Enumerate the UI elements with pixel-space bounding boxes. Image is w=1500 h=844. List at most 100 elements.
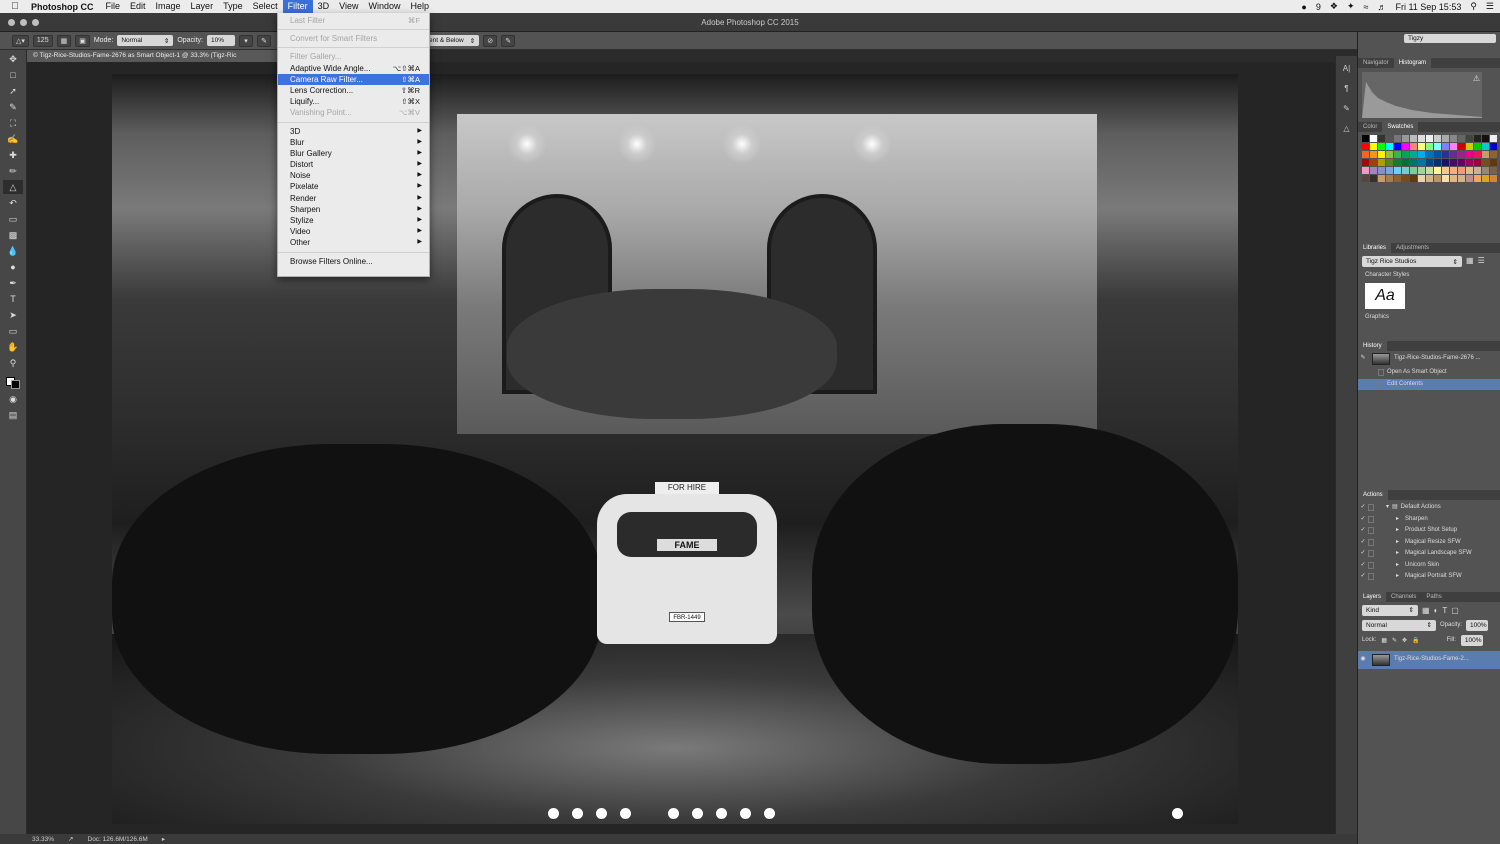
swatch[interactable] bbox=[1362, 151, 1369, 158]
pressure-opacity-icon[interactable]: ✎ bbox=[257, 34, 271, 47]
type-tool-icon[interactable]: T bbox=[3, 292, 23, 306]
layer-kind-select[interactable]: Kind ⇕ bbox=[1362, 604, 1418, 616]
swatch[interactable] bbox=[1386, 143, 1393, 150]
swatch[interactable] bbox=[1370, 135, 1377, 142]
wifi-icon[interactable]: ≈ bbox=[1364, 2, 1369, 12]
crop-tool-icon[interactable]: ⛶ bbox=[3, 116, 23, 130]
swatch[interactable] bbox=[1490, 143, 1497, 150]
menu-layer[interactable]: Layer bbox=[186, 0, 219, 13]
doc-size[interactable]: Doc: 126.6M/126.6M bbox=[88, 836, 148, 843]
swatch[interactable] bbox=[1426, 135, 1433, 142]
action-row[interactable]: ✓ ▸ Magical Resize SFW bbox=[1358, 537, 1500, 549]
swatch[interactable] bbox=[1458, 135, 1465, 142]
tab-color[interactable]: Color bbox=[1358, 122, 1382, 132]
volume-icon[interactable]: ♬ bbox=[1377, 2, 1386, 12]
menu-item-render[interactable]: Render ▶ bbox=[278, 193, 429, 204]
swatch[interactable] bbox=[1362, 159, 1369, 166]
chevron-right-icon[interactable]: ▸ bbox=[1377, 571, 1399, 583]
menu-type[interactable]: Type bbox=[218, 0, 248, 13]
notification-icon[interactable]: ☰ bbox=[1486, 1, 1494, 12]
swatch[interactable] bbox=[1466, 151, 1473, 158]
brush-size[interactable]: 125 bbox=[32, 34, 53, 47]
quick-mask-icon[interactable]: ◉ bbox=[3, 392, 23, 406]
action-toggle-check[interactable]: ✓ bbox=[1358, 548, 1368, 560]
swatch[interactable] bbox=[1450, 175, 1457, 182]
clone-stamp-preset-icon[interactable]: △▾ bbox=[12, 34, 29, 47]
menu-help[interactable]: Help bbox=[405, 0, 434, 13]
swatch[interactable] bbox=[1450, 135, 1457, 142]
menu-item-stylize[interactable]: Stylize ▶ bbox=[278, 215, 429, 226]
menu-file[interactable]: File bbox=[101, 0, 126, 13]
swatch[interactable] bbox=[1402, 143, 1409, 150]
menu-item-camera-raw-filter[interactable]: Camera Raw Filter... ⇧⌘A bbox=[278, 73, 429, 85]
swatch[interactable] bbox=[1442, 151, 1449, 158]
path-select-tool-icon[interactable]: ➤ bbox=[3, 308, 23, 322]
apple-icon[interactable]:  bbox=[0, 1, 30, 12]
swatch[interactable] bbox=[1370, 151, 1377, 158]
lock-all-icon[interactable]: 🔒 bbox=[1412, 637, 1419, 644]
lasso-tool-icon[interactable]: ➚ bbox=[3, 84, 23, 98]
tab-histogram[interactable]: Histogram bbox=[1393, 58, 1432, 68]
swatch[interactable] bbox=[1362, 135, 1369, 142]
menu-edit[interactable]: Edit bbox=[125, 0, 151, 13]
eyedropper-tool-icon[interactable]: ✍ bbox=[3, 132, 23, 146]
swatch[interactable] bbox=[1442, 167, 1449, 174]
swatch[interactable] bbox=[1474, 135, 1481, 142]
action-row[interactable]: ✓ ▸ Product Shot Setup bbox=[1358, 525, 1500, 537]
swatch[interactable] bbox=[1442, 159, 1449, 166]
clone-stamp-tool-icon[interactable]: △ bbox=[3, 180, 23, 194]
layer-row[interactable]: ◉ Tigz-Rice-Studios-Fame-2... bbox=[1358, 650, 1500, 669]
brush-presets-icon[interactable]: ✎ bbox=[1340, 102, 1354, 116]
action-row[interactable]: ✓ ▸ Unicorn Skin bbox=[1358, 560, 1500, 572]
menu-item-pixelate[interactable]: Pixelate ▶ bbox=[278, 181, 429, 192]
swatch[interactable] bbox=[1378, 175, 1385, 182]
swatch[interactable] bbox=[1490, 167, 1497, 174]
tab-navigator[interactable]: Navigator bbox=[1358, 58, 1394, 68]
chevron-right-icon[interactable]: ▸ bbox=[162, 835, 165, 843]
swatch[interactable] bbox=[1370, 143, 1377, 150]
pen-tool-icon[interactable]: ✒ bbox=[3, 276, 23, 290]
swatch[interactable] bbox=[1434, 159, 1441, 166]
swatch[interactable] bbox=[1458, 167, 1465, 174]
swatch[interactable] bbox=[1410, 135, 1417, 142]
lock-position-icon[interactable]: ✥ bbox=[1402, 637, 1407, 644]
swatch[interactable] bbox=[1434, 167, 1441, 174]
share-icon[interactable]: ↗ bbox=[68, 835, 73, 843]
action-toggle-check[interactable]: ✓ bbox=[1358, 514, 1368, 526]
swatch[interactable] bbox=[1418, 135, 1425, 142]
history-brush-source-icon[interactable]: ✎ bbox=[1358, 353, 1368, 365]
swatch[interactable] bbox=[1394, 167, 1401, 174]
swatch[interactable] bbox=[1482, 159, 1489, 166]
bluetooth-icon[interactable]: ✦ bbox=[1347, 1, 1355, 12]
action-dialog-toggle[interactable] bbox=[1368, 550, 1374, 558]
action-toggle-check[interactable]: ✓ bbox=[1358, 560, 1368, 572]
menu-3d[interactable]: 3D bbox=[313, 0, 335, 13]
swatch[interactable] bbox=[1434, 143, 1441, 150]
swatch[interactable] bbox=[1410, 175, 1417, 182]
menu-item-lens-correction[interactable]: Lens Correction... ⇧⌘R bbox=[278, 85, 429, 96]
swatch[interactable] bbox=[1378, 143, 1385, 150]
menu-image[interactable]: Image bbox=[151, 0, 186, 13]
menu-item-3d[interactable]: 3D ▶ bbox=[278, 126, 429, 137]
action-row[interactable]: ✓ ▸ Magical Landscape SFW bbox=[1358, 548, 1500, 560]
history-snapshot-row[interactable]: ✎ Tigz-Rice-Studios-Fame-2676 ... bbox=[1358, 351, 1500, 367]
history-item-selected[interactable]: Edit Contents bbox=[1358, 378, 1500, 390]
menu-window[interactable]: Window bbox=[363, 0, 405, 13]
swatch[interactable] bbox=[1402, 135, 1409, 142]
action-dialog-toggle[interactable] bbox=[1368, 538, 1374, 546]
swatch[interactable] bbox=[1426, 167, 1433, 174]
zoom-level[interactable]: 33.33% bbox=[32, 836, 54, 843]
filter-type-icon[interactable]: T bbox=[1442, 606, 1447, 615]
hand-tool-icon[interactable]: ✋ bbox=[3, 340, 23, 354]
fill-field[interactable]: 100% bbox=[1460, 634, 1483, 646]
pressure-size-icon[interactable]: ✎ bbox=[501, 34, 516, 47]
swatch[interactable] bbox=[1370, 175, 1377, 182]
action-dialog-toggle[interactable] bbox=[1368, 504, 1374, 512]
swatch[interactable] bbox=[1474, 159, 1481, 166]
tab-actions[interactable]: Actions bbox=[1358, 490, 1388, 500]
swatch[interactable] bbox=[1410, 167, 1417, 174]
swatch[interactable] bbox=[1426, 151, 1433, 158]
swatch[interactable] bbox=[1434, 151, 1441, 158]
swatch[interactable] bbox=[1490, 135, 1497, 142]
action-toggle-check[interactable]: ✓ bbox=[1358, 502, 1368, 514]
